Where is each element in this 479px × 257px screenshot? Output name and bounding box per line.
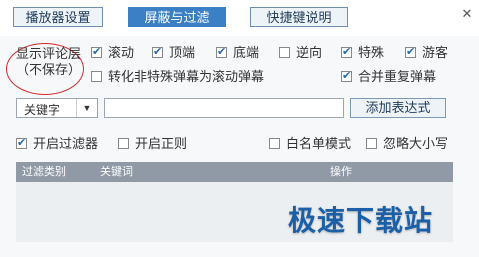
checkbox-label: 白名单模式 [286,136,352,151]
checkbox-convert[interactable]: 转化非特殊弹幕为滚动弹幕 [91,69,264,85]
comment-layer-line1: 显示评论层 [16,46,82,61]
column-header-action: 操作 [330,166,352,178]
checkbox-ignore-case[interactable]: 忽略大小写 [366,136,448,152]
checkbox-enable-filter[interactable]: 开启过滤器 [16,135,99,152]
checkbox-label: 转化非特殊弹幕为滚动弹幕 [108,69,265,84]
checkbox-box[interactable] [216,44,227,60]
checkbox-merge[interactable]: 合并重复弹幕 [341,68,437,85]
checkbox-top[interactable]: 顶端 [152,44,196,61]
checkbox-label: 顶端 [169,45,196,60]
column-header-category: 过滤类别 [22,166,66,178]
checkbox-label: 忽略大小写 [383,136,449,151]
checkbox-box[interactable] [152,44,163,60]
select-value: 关键字 [24,103,61,117]
checkbox-label: 开启正则 [135,136,188,151]
checkbox-label: 逆向 [296,45,323,60]
checkbox-special[interactable]: 特殊 [341,44,385,61]
site-watermark: 极速下载站 [288,205,434,236]
checkbox-box[interactable] [91,71,102,82]
tab-block-filter[interactable]: 屏蔽与过滤 [128,7,226,27]
checkbox-label: 合并重复弹幕 [358,69,437,84]
checkbox-reverse[interactable]: 逆向 [279,45,322,61]
column-header-keyword: 关键词 [100,166,133,178]
filter-table-header: 过滤类别 关键词 操作 [16,162,453,182]
checkbox-whitelist[interactable]: 白名单模式 [269,136,351,152]
checkbox-box[interactable] [91,44,102,60]
keyword-type-select[interactable]: 关键字 ▼ [16,98,98,118]
checkbox-label: 底端 [233,45,260,60]
comment-layer-label: 显示评论层 （不保存） [16,46,90,78]
checkbox-scroll[interactable]: 滚动 [91,44,135,61]
chevron-down-icon[interactable]: ▼ [76,99,97,117]
checkbox-guest[interactable]: 游客 [405,44,449,61]
checkbox-bottom[interactable]: 底端 [216,44,260,61]
checkbox-label: 游客 [422,45,449,60]
comment-layer-line2: （不保存） [16,62,82,77]
checkbox-enable-regex[interactable]: 开启正则 [118,136,187,152]
add-expression-button[interactable]: 添加表达式 [350,98,446,118]
checkbox-box[interactable] [341,68,352,84]
checkbox-box[interactable] [269,138,280,149]
checkbox-box[interactable] [341,44,352,60]
tab-bar: 播放器设置 屏蔽与过滤 快捷键说明 ✕ [0,0,479,36]
checkbox-label: 特殊 [358,45,385,60]
checkbox-box[interactable] [405,44,416,60]
close-icon[interactable]: ✕ [459,6,475,22]
checkbox-box[interactable] [279,47,290,58]
checkbox-box[interactable] [118,138,129,149]
checkbox-box[interactable] [16,135,27,151]
checkbox-label: 滚动 [108,45,135,60]
tab-player-settings[interactable]: 播放器设置 [13,7,103,27]
expression-input[interactable] [104,98,344,118]
tab-shortcuts[interactable]: 快捷键说明 [250,7,348,27]
checkbox-label: 开启过滤器 [33,136,99,151]
checkbox-box[interactable] [366,138,377,149]
